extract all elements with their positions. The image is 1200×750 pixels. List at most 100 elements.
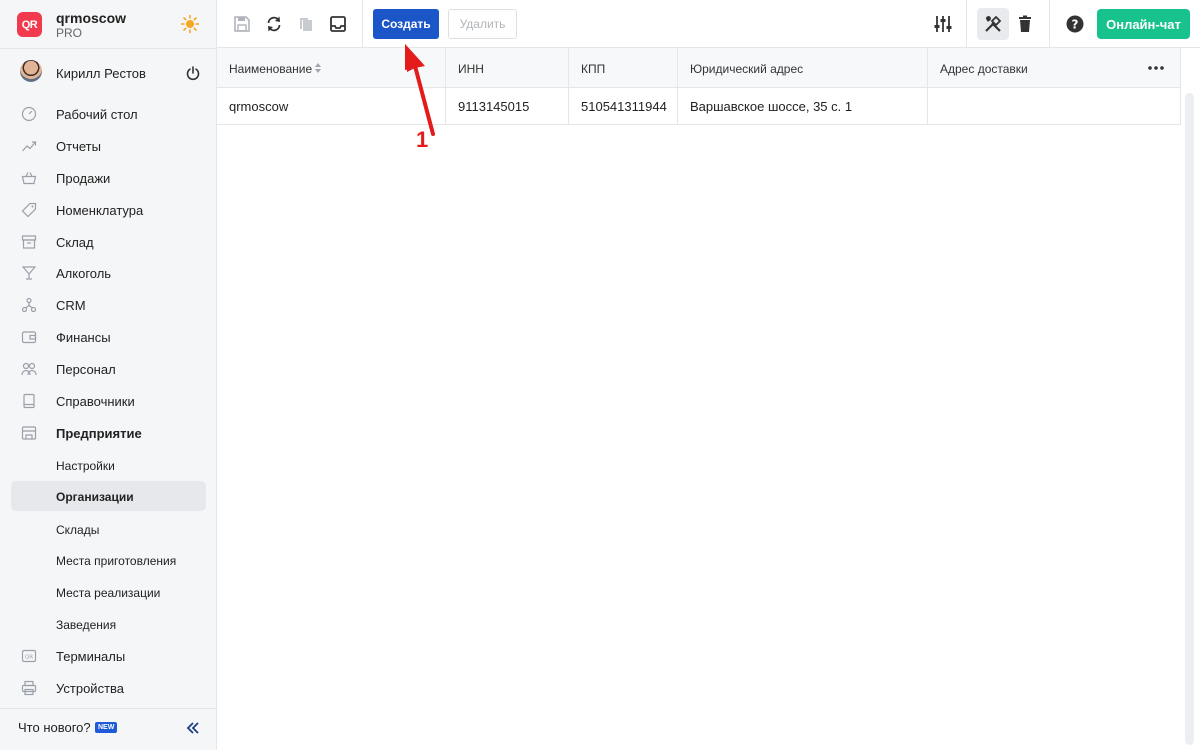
sidebar-subitem-label: Организации <box>56 489 134 504</box>
sidebar-item-reports[interactable]: Отчеты <box>0 130 217 162</box>
sidebar-item-sales[interactable]: Продажи <box>0 162 217 194</box>
column-header-label: Адрес доставки <box>940 62 1028 76</box>
svg-text:QR: QR <box>25 655 33 661</box>
sidebar: QR qrmoscow PRO Кирилл Рестов Рабочий ст… <box>0 0 217 750</box>
column-header-label: Юридический адрес <box>690 62 804 76</box>
staff-icon <box>21 363 37 376</box>
sidebar-item-devices[interactable]: Устройства <box>0 672 217 704</box>
sidebar-subitem-warehouses[interactable]: Склады <box>0 513 217 545</box>
sidebar-item-label: Устройства <box>56 681 125 697</box>
vertical-scrollbar[interactable] <box>1185 93 1194 745</box>
cell-legal-address: Варшавское шоссе, 35 с. 1 <box>690 99 853 114</box>
sidebar-divider <box>0 48 217 49</box>
user-block[interactable]: Кирилл Рестов <box>0 57 217 89</box>
sidebar-item-staff[interactable]: Персонал <box>0 353 217 385</box>
sidebar-subitem-settings[interactable]: Настройки <box>0 449 217 481</box>
collapse-sidebar-icon[interactable] <box>186 721 200 735</box>
svg-text:?: ? <box>1072 18 1079 32</box>
avatar <box>20 60 42 82</box>
sidebar-item-dashboard[interactable]: Рабочий стол <box>0 98 217 130</box>
column-header-label: ИНН <box>458 62 484 76</box>
new-badge: NEW <box>95 722 118 733</box>
column-header-kpp[interactable]: КПП <box>569 48 678 88</box>
toolbar-divider <box>362 0 363 48</box>
sort-icon[interactable] <box>314 62 322 74</box>
sidebar-item-enterprise[interactable]: Предприятие <box>0 417 217 449</box>
brand-plan: PRO <box>56 26 83 40</box>
save-icon[interactable] <box>232 14 252 34</box>
theme-sun-icon[interactable] <box>180 14 200 34</box>
annotation-number: 1 <box>416 127 429 152</box>
sliders-icon[interactable] <box>933 14 953 34</box>
crm-icon <box>21 298 37 313</box>
online-chat-button[interactable]: Онлайн-чат <box>1097 9 1190 39</box>
table-cell <box>928 88 1181 125</box>
terminal-icon: QR <box>21 650 37 663</box>
warehouse-icon <box>21 234 37 249</box>
create-button[interactable]: Создать <box>373 9 439 39</box>
help-icon[interactable]: ? <box>1065 14 1085 34</box>
sidebar-item-catalog[interactable]: Номенклатура <box>0 194 217 226</box>
toolbar-divider <box>1049 0 1050 48</box>
tools-icon[interactable] <box>983 14 1003 34</box>
whats-new-link[interactable]: Что нового? <box>18 720 91 735</box>
table-row[interactable]: qrmoscow 9113145015 510541311944 Варшавс… <box>217 88 1181 125</box>
sidebar-item-label: Справочники <box>56 394 135 410</box>
refresh-icon[interactable] <box>264 14 284 34</box>
cell-name: qrmoscow <box>229 99 289 114</box>
sidebar-item-label: Алкоголь <box>56 266 112 282</box>
sidebar-footer: Что нового? NEW <box>0 708 217 750</box>
sidebar-item-label: Финансы <box>56 330 111 346</box>
sidebar-subitem-sale-places[interactable]: Места реализации <box>0 576 217 608</box>
trash-icon[interactable] <box>1015 14 1035 34</box>
sidebar-item-label: Рабочий стол <box>56 107 138 122</box>
table-header: Наименование ИНН КПП Юридический адрес А… <box>217 48 1181 88</box>
user-name: Кирилл Рестов <box>56 66 146 81</box>
sidebar-item-label: Отчеты <box>56 138 101 154</box>
column-header-inn[interactable]: ИНН <box>446 48 569 88</box>
delete-button[interactable]: Удалить <box>448 9 517 39</box>
sidebar-item-label: Склад <box>56 234 94 250</box>
app-logo: QR <box>17 12 42 37</box>
sidebar-item-references[interactable]: Справочники <box>0 385 217 417</box>
toolbar-divider <box>966 0 967 48</box>
sidebar-item-label: Персонал <box>56 362 116 378</box>
table-cell: Варшавское шоссе, 35 с. 1 <box>678 88 928 125</box>
sidebar-item-warehouse[interactable]: Склад <box>0 226 217 258</box>
cell-kpp: 510541311944 <box>581 99 667 114</box>
dashboard-icon <box>21 106 37 122</box>
brand-name: qrmoscow <box>56 10 127 26</box>
sidebar-subitem-organizations[interactable]: Организации <box>0 480 217 513</box>
copy-icon[interactable] <box>296 14 316 34</box>
wallet-icon <box>21 331 37 344</box>
sidebar-nav: Рабочий стол Отчеты Продажи Номенклатура… <box>0 98 217 704</box>
column-header-delivery-address[interactable]: Адрес доставки <box>928 48 1181 88</box>
table-cell: 510541311944 <box>569 88 678 125</box>
sidebar-item-label: Предприятие <box>56 425 142 441</box>
sidebar-subitem-cooking-places[interactable]: Места приготовления <box>0 544 217 576</box>
sidebar-subitem-label: Места приготовления <box>56 554 177 569</box>
store-icon <box>21 426 37 440</box>
power-icon[interactable] <box>185 65 201 81</box>
toolbar: Создать Удалить ? Онлайн-чат <box>217 0 1200 48</box>
sidebar-subitem-label: Заведения <box>56 618 117 633</box>
sidebar-item-finance[interactable]: Финансы <box>0 321 217 353</box>
basket-icon <box>21 172 37 184</box>
tag-icon <box>21 202 37 218</box>
column-header-legal-address[interactable]: Юридический адрес <box>678 48 928 88</box>
sidebar-subitem-label: Настройки <box>56 458 115 473</box>
column-header-label: КПП <box>581 62 606 76</box>
sidebar-item-label: Продажи <box>56 170 111 186</box>
printer-icon <box>21 680 37 696</box>
brand-header[interactable]: QR qrmoscow PRO <box>0 0 217 48</box>
sidebar-subitem-venues[interactable]: Заведения <box>0 608 217 640</box>
sidebar-item-alcohol[interactable]: Алкоголь <box>0 257 217 289</box>
column-header-label: Наименование <box>229 62 313 76</box>
inbox-icon[interactable] <box>328 14 348 34</box>
sidebar-item-crm[interactable]: CRM <box>0 289 217 321</box>
sidebar-item-label: Терминалы <box>56 649 126 665</box>
table-cell: 9113145015 <box>446 88 569 125</box>
more-options-icon[interactable] <box>1147 61 1165 75</box>
sidebar-item-label: Номенклатура <box>56 202 144 218</box>
sidebar-item-terminals[interactable]: QR Терминалы <box>0 640 217 672</box>
